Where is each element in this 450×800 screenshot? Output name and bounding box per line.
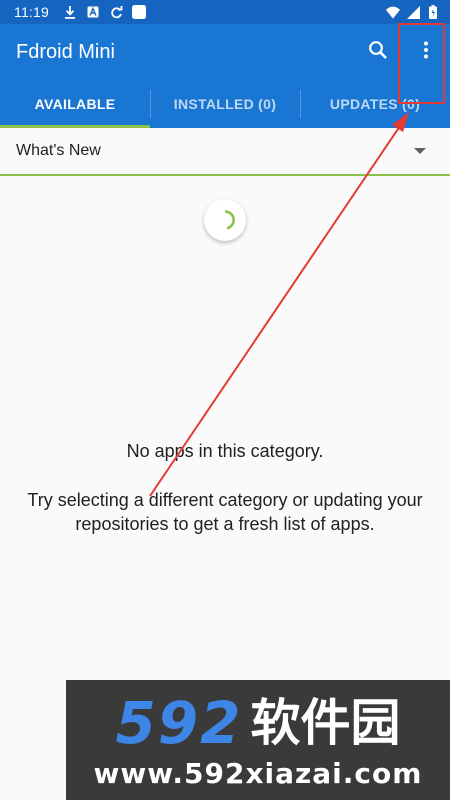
tab-bar: AVAILABLE INSTALLED (0) UPDATES (0) bbox=[0, 80, 450, 128]
empty-state-title: No apps in this category. bbox=[126, 441, 324, 461]
battery-icon bbox=[426, 5, 440, 19]
more-vertical-icon bbox=[423, 41, 429, 64]
watermark-url: www.592xiazai.com bbox=[93, 756, 423, 790]
download-icon bbox=[63, 5, 77, 19]
overflow-menu-button[interactable] bbox=[402, 24, 450, 80]
app-badge-icon bbox=[86, 5, 100, 19]
category-dropdown[interactable]: What's New bbox=[0, 128, 450, 176]
tab-divider bbox=[300, 90, 301, 118]
search-icon bbox=[368, 40, 388, 65]
tab-divider bbox=[150, 90, 151, 118]
square-notification-icon bbox=[132, 5, 146, 19]
signal-icon bbox=[406, 5, 420, 19]
tab-updates[interactable]: UPDATES (0) bbox=[300, 80, 450, 128]
wifi-icon bbox=[386, 5, 400, 19]
sync-icon bbox=[109, 5, 123, 19]
app-title: Fdroid Mini bbox=[16, 40, 115, 63]
app-bar-actions bbox=[354, 24, 450, 80]
tab-installed[interactable]: INSTALLED (0) bbox=[150, 80, 300, 128]
loading-spinner bbox=[204, 199, 246, 241]
spinner-icon bbox=[224, 210, 235, 230]
watermark-text: 软件园 bbox=[250, 693, 401, 752]
status-bar: 11:19 bbox=[0, 0, 450, 24]
watermark-brand: 592 软件园 bbox=[115, 691, 400, 755]
status-time: 11:19 bbox=[14, 4, 49, 20]
app-bar: Fdroid Mini bbox=[0, 24, 450, 80]
system-icons bbox=[386, 5, 440, 19]
watermark-number: 592 bbox=[115, 688, 243, 757]
dropdown-arrow-icon bbox=[414, 148, 426, 154]
tab-available[interactable]: AVAILABLE bbox=[0, 80, 150, 128]
notification-icons bbox=[63, 5, 146, 19]
empty-state-message: Try selecting a different category or up… bbox=[27, 490, 423, 534]
watermark: 592 软件园 www.592xiazai.com bbox=[66, 680, 450, 800]
search-button[interactable] bbox=[354, 24, 402, 80]
category-selected: What's New bbox=[16, 142, 101, 159]
